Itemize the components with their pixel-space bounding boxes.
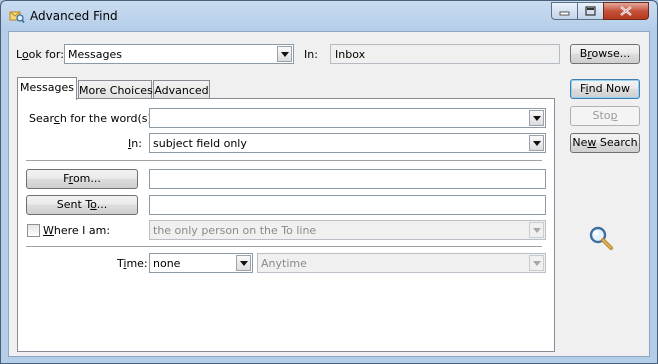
- where-i-am-select: the only person on the To line: [149, 220, 546, 240]
- chevron-down-icon: [529, 255, 544, 271]
- where-i-am-checkbox[interactable]: [27, 224, 40, 237]
- search-words-input[interactable]: [149, 108, 546, 128]
- browse-button[interactable]: Browse...: [570, 44, 640, 64]
- search-words-label: Search for the word(s):: [29, 112, 156, 125]
- look-for-label: Look for:: [16, 48, 64, 61]
- chevron-down-icon[interactable]: [277, 46, 292, 62]
- chevron-down-icon[interactable]: [236, 255, 251, 271]
- time-range-select: Anytime: [257, 253, 546, 273]
- time-label: Time:: [117, 257, 148, 270]
- messages-tab-panel: Search for the word(s): In: subject fiel…: [17, 98, 555, 352]
- tab-strip: Messages More Choices Advanced: [17, 77, 557, 100]
- in-field-label: In:: [128, 137, 142, 150]
- from-button[interactable]: From...: [26, 169, 138, 189]
- in-folder-value: Inbox: [335, 48, 366, 61]
- advanced-find-window: Advanced Find Look for: Messages In: Inb…: [0, 0, 658, 364]
- look-for-value: Messages: [68, 48, 122, 61]
- tab-more-choices[interactable]: More Choices: [78, 80, 153, 100]
- divider: [26, 160, 542, 162]
- title-bar[interactable]: Advanced Find: [1, 1, 657, 31]
- window-title: Advanced Find: [30, 9, 118, 23]
- divider: [26, 246, 542, 248]
- sent-to-button[interactable]: Sent To...: [26, 195, 138, 215]
- advanced-find-icon: [9, 8, 25, 24]
- where-i-am-value: the only person on the To line: [153, 224, 317, 237]
- time-range-value: Anytime: [261, 257, 307, 270]
- in-folder-label: In:: [304, 48, 318, 61]
- from-field[interactable]: [149, 169, 546, 189]
- minimize-icon: [559, 11, 570, 16]
- chevron-down-icon[interactable]: [529, 135, 544, 151]
- chevron-down-icon[interactable]: [529, 110, 544, 126]
- stop-button: Stop: [570, 106, 640, 126]
- magnifier-icon: [588, 225, 616, 253]
- in-field-value: subject field only: [153, 137, 247, 150]
- close-icon: [620, 6, 632, 16]
- dialog-body: Look for: Messages In: Inbox Browse... M…: [8, 31, 650, 357]
- in-folder-field: Inbox: [330, 44, 560, 64]
- time-select[interactable]: none: [149, 253, 253, 273]
- in-field-select[interactable]: subject field only: [149, 133, 546, 153]
- where-i-am-label[interactable]: Where I am:: [43, 224, 110, 237]
- maximize-icon: [585, 6, 596, 16]
- find-now-button[interactable]: Find Now: [570, 79, 640, 99]
- minimize-button[interactable]: [551, 2, 578, 20]
- close-button[interactable]: [603, 2, 649, 20]
- maximize-button[interactable]: [577, 2, 604, 20]
- look-for-select[interactable]: Messages: [64, 44, 294, 64]
- tab-advanced[interactable]: Advanced: [153, 80, 210, 100]
- new-search-button[interactable]: New Search: [570, 133, 640, 153]
- chevron-down-icon: [529, 222, 544, 238]
- sent-to-field[interactable]: [149, 195, 546, 215]
- tab-messages[interactable]: Messages: [17, 77, 77, 100]
- time-value: none: [153, 257, 181, 270]
